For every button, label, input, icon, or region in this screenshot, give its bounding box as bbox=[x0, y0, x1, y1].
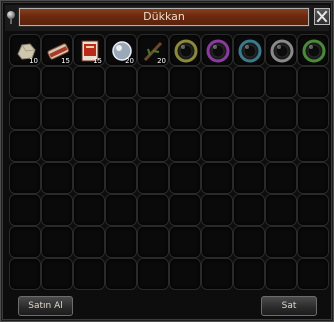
item-quantity: 20 bbox=[157, 57, 166, 65]
inventory-slot[interactable] bbox=[73, 162, 105, 194]
inventory-slot[interactable] bbox=[41, 66, 73, 98]
inventory-slot[interactable] bbox=[233, 34, 265, 66]
inventory-slot[interactable] bbox=[201, 194, 233, 226]
inventory-slot[interactable] bbox=[9, 226, 41, 258]
item-quantity: 15 bbox=[93, 57, 102, 65]
item-grid: 10 15 15 20 20 bbox=[9, 34, 329, 290]
pin-icon bbox=[7, 11, 15, 24]
inventory-slot[interactable] bbox=[137, 98, 169, 130]
title-bar[interactable]: Dükkan bbox=[5, 5, 330, 31]
purple-ring-item-icon bbox=[206, 39, 230, 63]
inventory-slot[interactable] bbox=[297, 162, 329, 194]
inventory-slot[interactable] bbox=[105, 258, 137, 290]
inventory-slot[interactable] bbox=[233, 162, 265, 194]
inventory-slot[interactable] bbox=[41, 194, 73, 226]
inventory-slot[interactable] bbox=[201, 162, 233, 194]
item-quantity: 10 bbox=[29, 57, 38, 65]
inventory-slot[interactable] bbox=[201, 130, 233, 162]
inventory-slot[interactable] bbox=[265, 194, 297, 226]
inventory-slot[interactable] bbox=[297, 66, 329, 98]
window-title: Dükkan bbox=[19, 8, 309, 26]
inventory-slot[interactable]: 20 bbox=[137, 34, 169, 66]
shop-window: Dükkan 10 15 15 20 20 Satın Al Sat bbox=[0, 0, 334, 322]
inventory-slot[interactable] bbox=[297, 226, 329, 258]
green-ring-item-icon bbox=[302, 39, 326, 63]
inventory-slot[interactable] bbox=[233, 98, 265, 130]
inventory-slot[interactable] bbox=[9, 98, 41, 130]
inventory-slot[interactable] bbox=[137, 226, 169, 258]
inventory-slot[interactable] bbox=[201, 258, 233, 290]
inventory-slot[interactable] bbox=[41, 98, 73, 130]
inventory-slot[interactable] bbox=[73, 226, 105, 258]
inventory-slot[interactable] bbox=[169, 162, 201, 194]
inventory-slot[interactable] bbox=[73, 66, 105, 98]
inventory-slot[interactable] bbox=[297, 130, 329, 162]
inventory-slot[interactable] bbox=[265, 226, 297, 258]
inventory-slot[interactable] bbox=[9, 130, 41, 162]
inventory-slot[interactable] bbox=[169, 130, 201, 162]
inventory-slot[interactable] bbox=[9, 162, 41, 194]
inventory-slot[interactable] bbox=[73, 98, 105, 130]
inventory-slot[interactable] bbox=[9, 66, 41, 98]
item-quantity: 20 bbox=[125, 57, 134, 65]
inventory-slot[interactable] bbox=[41, 162, 73, 194]
inventory-slot[interactable] bbox=[41, 130, 73, 162]
inventory-slot[interactable] bbox=[297, 98, 329, 130]
inventory-slot[interactable] bbox=[233, 194, 265, 226]
inventory-slot[interactable] bbox=[137, 258, 169, 290]
inventory-slot[interactable] bbox=[297, 258, 329, 290]
inventory-slot[interactable] bbox=[9, 258, 41, 290]
inventory-slot[interactable] bbox=[201, 34, 233, 66]
teal-ring-item-icon bbox=[238, 39, 262, 63]
inventory-slot[interactable] bbox=[105, 162, 137, 194]
inventory-slot[interactable]: 20 bbox=[105, 34, 137, 66]
close-button[interactable] bbox=[314, 8, 330, 25]
inventory-slot[interactable] bbox=[169, 258, 201, 290]
item-quantity: 15 bbox=[61, 57, 70, 65]
inventory-slot[interactable] bbox=[105, 130, 137, 162]
inventory-slot[interactable] bbox=[201, 98, 233, 130]
inventory-slot[interactable]: 15 bbox=[73, 34, 105, 66]
inventory-slot[interactable]: 15 bbox=[41, 34, 73, 66]
inventory-slot[interactable] bbox=[137, 194, 169, 226]
inventory-slot[interactable] bbox=[201, 66, 233, 98]
inventory-slot[interactable] bbox=[265, 34, 297, 66]
olive-ring-item-icon bbox=[174, 39, 198, 63]
inventory-slot[interactable] bbox=[265, 98, 297, 130]
inventory-slot[interactable] bbox=[137, 162, 169, 194]
inventory-slot[interactable] bbox=[265, 130, 297, 162]
inventory-slot[interactable] bbox=[73, 130, 105, 162]
inventory-slot[interactable] bbox=[73, 258, 105, 290]
close-icon bbox=[316, 10, 328, 23]
inventory-slot[interactable] bbox=[137, 66, 169, 98]
inventory-slot[interactable] bbox=[169, 98, 201, 130]
inventory-slot[interactable] bbox=[41, 258, 73, 290]
inventory-slot[interactable] bbox=[265, 66, 297, 98]
inventory-slot[interactable] bbox=[137, 130, 169, 162]
inventory-slot[interactable] bbox=[297, 34, 329, 66]
sell-button[interactable]: Sat bbox=[261, 296, 317, 316]
inventory-slot[interactable] bbox=[9, 194, 41, 226]
inventory-slot[interactable] bbox=[169, 34, 201, 66]
inventory-slot[interactable] bbox=[105, 98, 137, 130]
inventory-slot[interactable] bbox=[265, 162, 297, 194]
inventory-slot[interactable] bbox=[265, 258, 297, 290]
inventory-slot[interactable] bbox=[169, 66, 201, 98]
inventory-slot[interactable] bbox=[105, 66, 137, 98]
inventory-slot[interactable] bbox=[201, 226, 233, 258]
inventory-slot[interactable] bbox=[233, 130, 265, 162]
inventory-slot[interactable] bbox=[41, 226, 73, 258]
inventory-slot[interactable] bbox=[233, 66, 265, 98]
inventory-slot[interactable] bbox=[297, 194, 329, 226]
inventory-slot[interactable] bbox=[233, 226, 265, 258]
buy-button[interactable]: Satın Al bbox=[18, 296, 73, 316]
inventory-slot[interactable] bbox=[73, 194, 105, 226]
inventory-slot[interactable] bbox=[105, 194, 137, 226]
inventory-slot[interactable] bbox=[169, 226, 201, 258]
inventory-slot[interactable] bbox=[233, 258, 265, 290]
inventory-slot[interactable] bbox=[169, 194, 201, 226]
inventory-slot[interactable] bbox=[105, 226, 137, 258]
gray-ring-item-icon bbox=[270, 39, 294, 63]
inventory-slot[interactable]: 10 bbox=[9, 34, 41, 66]
